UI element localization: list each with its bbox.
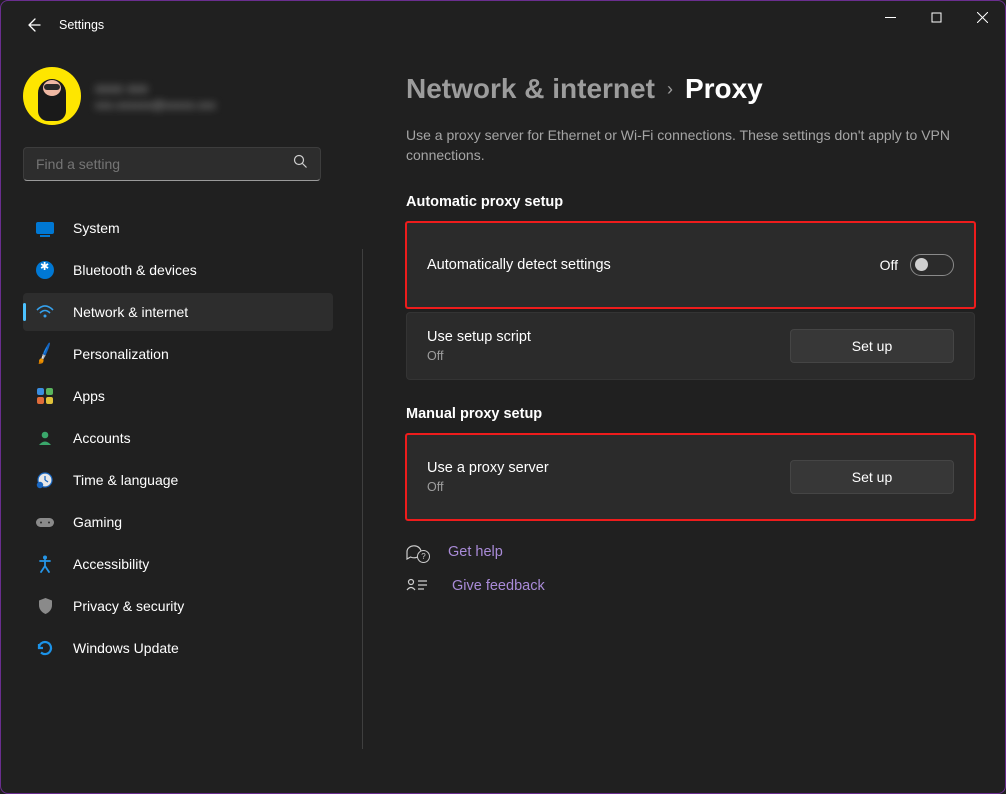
profile-name: xxxx xxx: [95, 80, 216, 96]
vertical-divider: [362, 249, 363, 749]
nav-label: Personalization: [73, 346, 169, 362]
nav-label: Windows Update: [73, 640, 179, 656]
nav-gaming[interactable]: Gaming: [23, 503, 333, 541]
nav-label: System: [73, 220, 120, 236]
nav-label: Apps: [73, 388, 105, 404]
gamepad-icon: [35, 512, 55, 532]
proxy-server-status: Off: [427, 480, 790, 494]
update-icon: [35, 638, 55, 658]
nav-label: Accounts: [73, 430, 131, 446]
search-icon: [293, 154, 308, 174]
feedback-icon: [406, 578, 428, 594]
section-manual-title: Manual proxy setup: [406, 406, 975, 422]
auto-detect-toggle[interactable]: [910, 254, 954, 276]
nav-label: Privacy & security: [73, 598, 184, 614]
nav-apps[interactable]: Apps: [23, 377, 333, 415]
nav-label: Time & language: [73, 472, 178, 488]
nav-system[interactable]: System: [23, 209, 333, 247]
help-icon: [406, 544, 424, 560]
proxy-server-setup-button[interactable]: Set up: [790, 460, 954, 494]
profile-block[interactable]: xxxx xxx xxx.xxxxxx@xxxxx.xxx: [23, 67, 316, 125]
search-input[interactable]: [36, 156, 293, 172]
window-title: Settings: [59, 18, 104, 32]
get-help-link[interactable]: Get help: [406, 544, 975, 560]
nav-personalization[interactable]: 🖌️ Personalization: [23, 335, 333, 373]
chevron-right-icon: ›: [667, 79, 673, 100]
nav-windows-update[interactable]: Windows Update: [23, 629, 333, 667]
minimize-button[interactable]: [867, 1, 913, 33]
nav-label: Network & internet: [73, 304, 188, 320]
avatar: [23, 67, 81, 125]
system-icon: [35, 218, 55, 238]
setup-script-status: Off: [427, 349, 790, 363]
maximize-button[interactable]: [913, 1, 959, 33]
section-auto-title: Automatic proxy setup: [406, 194, 975, 210]
bluetooth-icon: [35, 260, 55, 280]
page-description: Use a proxy server for Ethernet or Wi-Fi…: [406, 125, 966, 166]
nav-accessibility[interactable]: Accessibility: [23, 545, 333, 583]
apps-icon: [35, 386, 55, 406]
brush-icon: 🖌️: [35, 344, 55, 364]
proxy-server-label: Use a proxy server: [427, 460, 790, 476]
card-auto-detect: Automatically detect settings Off: [406, 222, 975, 308]
nav-bluetooth-devices[interactable]: Bluetooth & devices: [23, 251, 333, 289]
nav-label: Bluetooth & devices: [73, 262, 197, 278]
close-button[interactable]: [959, 1, 1005, 33]
clock-icon: [35, 470, 55, 490]
card-use-proxy-server: Use a proxy server Off Set up: [406, 434, 975, 520]
titlebar: Settings: [1, 1, 1005, 49]
wifi-icon: [35, 302, 55, 322]
nav-network-internet[interactable]: Network & internet: [23, 293, 333, 331]
get-help-label: Get help: [448, 544, 503, 560]
nav-privacy-security[interactable]: Privacy & security: [23, 587, 333, 625]
setup-script-label: Use setup script: [427, 329, 790, 345]
page-title: Proxy: [685, 73, 763, 105]
sidebar: xxxx xxx xxx.xxxxxx@xxxxx.xxx System Blu…: [1, 49, 316, 793]
setup-script-button[interactable]: Set up: [790, 329, 954, 363]
back-button[interactable]: [21, 13, 45, 37]
nav-label: Accessibility: [73, 556, 149, 572]
give-feedback-label: Give feedback: [452, 578, 545, 594]
give-feedback-link[interactable]: Give feedback: [406, 578, 975, 594]
breadcrumb-parent[interactable]: Network & internet: [406, 73, 655, 105]
accessibility-icon: [35, 554, 55, 574]
nav-label: Gaming: [73, 514, 122, 530]
profile-email: xxx.xxxxxx@xxxxx.xxx: [95, 98, 216, 112]
card-setup-script: Use setup script Off Set up: [406, 312, 975, 380]
auto-detect-state: Off: [880, 257, 898, 273]
person-icon: [35, 428, 55, 448]
back-arrow-icon: [25, 17, 41, 33]
auto-detect-label: Automatically detect settings: [427, 257, 880, 273]
breadcrumb: Network & internet › Proxy: [406, 73, 975, 105]
nav: System Bluetooth & devices Network & int…: [23, 209, 333, 667]
search-box[interactable]: [23, 147, 321, 181]
main-content: Network & internet › Proxy Use a proxy s…: [316, 49, 1005, 793]
shield-icon: [35, 596, 55, 616]
nav-time-language[interactable]: Time & language: [23, 461, 333, 499]
nav-accounts[interactable]: Accounts: [23, 419, 333, 457]
